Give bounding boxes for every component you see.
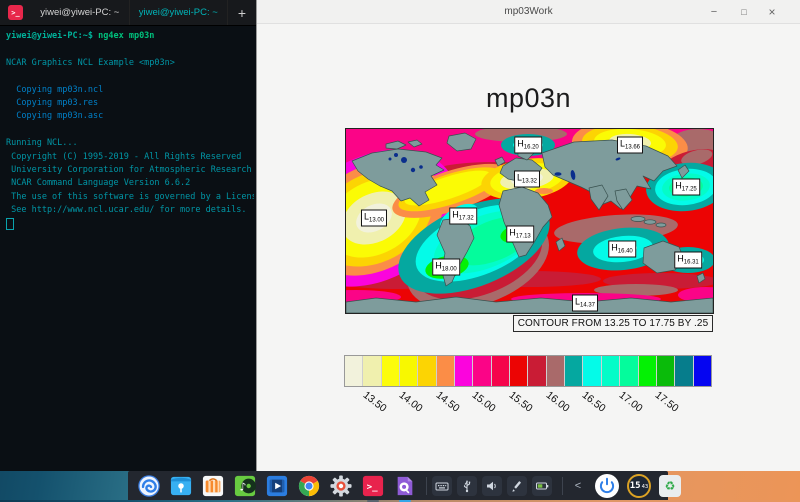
high-label-18.00: H18.00	[432, 259, 460, 276]
terminal-cursor	[6, 218, 14, 230]
svg-text:>_: >_	[367, 481, 379, 492]
colorbar-cell	[473, 356, 491, 386]
colorbar-cell	[620, 356, 638, 386]
colorbar-tick: 16.00	[543, 389, 571, 415]
collapse-tray-button[interactable]: <	[569, 476, 587, 496]
maximize-button[interactable]: □	[732, 0, 756, 23]
high-label-16.31: H16.31	[674, 252, 702, 269]
colorbar-cell	[510, 356, 528, 386]
movies-icon[interactable]	[266, 475, 288, 497]
colorbar-cell	[675, 356, 693, 386]
low-label-13.00: L13.00	[361, 210, 387, 227]
clock[interactable]: 15 43	[627, 474, 651, 498]
app-store-icon[interactable]	[202, 475, 224, 497]
colorbar-cell	[565, 356, 583, 386]
colorbar-cell	[492, 356, 510, 386]
colorbar-tick: 15.50	[507, 389, 535, 415]
tray-separator	[562, 477, 563, 495]
low-label-13.66: L13.66	[617, 137, 643, 154]
close-button[interactable]: ×	[760, 0, 784, 23]
dock-separator	[426, 477, 427, 495]
plot-window[interactable]: mp03Work − □ × mp03n	[256, 0, 800, 471]
colorbar-tick: 17.50	[653, 389, 681, 415]
colorbar-cell	[363, 356, 381, 386]
colorbar-cell	[547, 356, 565, 386]
high-label-17.32: H17.32	[449, 208, 477, 225]
terminal-line	[6, 43, 254, 56]
colorbar-tick-labels: 13.50 14.00 14.50 15.00 15.50 16.00 16.50 17.00…	[344, 389, 710, 417]
colorbar-tick: 16.50	[580, 389, 608, 415]
music-icon[interactable]: ♪	[234, 475, 256, 497]
colorbar-cell	[694, 356, 711, 386]
clock-minute: 43	[642, 484, 649, 490]
low-label-14.37: L14.37	[572, 295, 598, 312]
colorbar-cell	[437, 356, 455, 386]
terminal-line: University Corporation for Atmospheric R…	[6, 164, 254, 177]
terminal-line: See http://www.ncl.ucar.edu/ for more de…	[6, 204, 254, 217]
control-center-icon[interactable]	[330, 475, 352, 497]
keyboard-tray-icon[interactable]	[432, 476, 452, 496]
terminal-line	[6, 70, 254, 83]
high-label-17.25: H17.25	[672, 179, 700, 196]
package-viewer-icon[interactable]	[394, 475, 416, 497]
colorbar-tick: 17.00	[616, 389, 644, 415]
colorbar-cell	[528, 356, 546, 386]
colorbar-tick: 13.50	[360, 389, 388, 415]
svg-text:♪: ♪	[240, 480, 247, 493]
terminal-line: Running NCL...	[6, 137, 254, 150]
colorbar-cell	[400, 356, 418, 386]
terminal-line: NCAR Graphics NCL Example <mp03n>	[6, 57, 254, 70]
terminal-line: Copyright (C) 1995-2019 - All Rights Res…	[6, 151, 254, 164]
terminal-line: yiwei@yiwei-PC:~$ ng4ex mp03n	[6, 30, 254, 43]
colorbar-cell	[418, 356, 436, 386]
colorbar-cell	[583, 356, 601, 386]
terminal-tab-1[interactable]: yiwei@yiwei-PC: ~	[31, 0, 130, 25]
colorbar-tick: 14.50	[433, 389, 461, 415]
usb-tray-icon[interactable]	[457, 476, 477, 496]
colorbar-cell	[382, 356, 400, 386]
colorbar-tick: 15.00	[470, 389, 498, 415]
colorbar-cell	[602, 356, 620, 386]
colorbar	[344, 355, 712, 387]
terminal-line: Copying mp03n.ncl	[6, 84, 254, 97]
terminal-tab-bar: >_ yiwei@yiwei-PC: ~ yiwei@yiwei-PC: ~ +	[0, 0, 256, 26]
new-tab-button[interactable]: +	[228, 0, 256, 25]
minimize-button[interactable]: −	[702, 0, 726, 23]
colorbar-cell	[345, 356, 363, 386]
terminal-line: The use of this software is governed by …	[6, 191, 254, 204]
volume-tray-icon[interactable]	[482, 476, 502, 496]
colorbar-cell	[455, 356, 473, 386]
high-label-16.20: H16.20	[514, 137, 542, 154]
colorbar-cell	[639, 356, 657, 386]
terminal-dock-icon[interactable]: >_	[362, 475, 384, 497]
low-label-13.32: L13.32	[514, 171, 540, 188]
plot-window-titlebar[interactable]: mp03Work − □ ×	[257, 0, 800, 24]
launcher-icon[interactable]	[138, 475, 160, 497]
high-label-17.13: H17.13	[506, 226, 534, 243]
contour-info-box: CONTOUR FROM 13.25 TO 17.75 BY .25	[513, 315, 713, 332]
world-contour-map: H16.20 L13.66 L13.32 H17.25 L13.00 H17.32 H17.…	[345, 128, 714, 314]
terminal-tab-2[interactable]: yiwei@yiwei-PC: ~	[130, 0, 229, 25]
browser-chrome-icon[interactable]	[298, 475, 320, 497]
colorbar-cell	[657, 356, 675, 386]
dock: ♪ >_	[128, 471, 668, 500]
terminal-line: Copying mp03n.asc	[6, 110, 254, 123]
trash-icon[interactable]: ♻	[659, 475, 681, 497]
high-label-16.40: H16.40	[608, 241, 636, 258]
terminal-output[interactable]: yiwei@yiwei-PC:~$ ng4ex mp03n NCAR Graph…	[6, 30, 254, 467]
battery-tray-icon[interactable]	[532, 476, 552, 496]
clock-hour: 15	[630, 481, 641, 491]
terminal-app-icon: >_	[8, 5, 23, 20]
colorbar-tick: 14.00	[397, 389, 425, 415]
terminal-line: Copying mp03.res	[6, 97, 254, 110]
shutdown-button[interactable]	[595, 474, 619, 498]
terminal-line: NCAR Command Language Version 6.6.2	[6, 177, 254, 190]
pen-tray-icon[interactable]	[507, 476, 527, 496]
world-map-svg	[346, 129, 713, 313]
terminal-window[interactable]: >_ yiwei@yiwei-PC: ~ yiwei@yiwei-PC: ~ +…	[0, 0, 256, 471]
terminal-line	[6, 124, 254, 137]
plot-title: mp03n	[257, 83, 800, 114]
file-manager-icon[interactable]	[170, 475, 192, 497]
